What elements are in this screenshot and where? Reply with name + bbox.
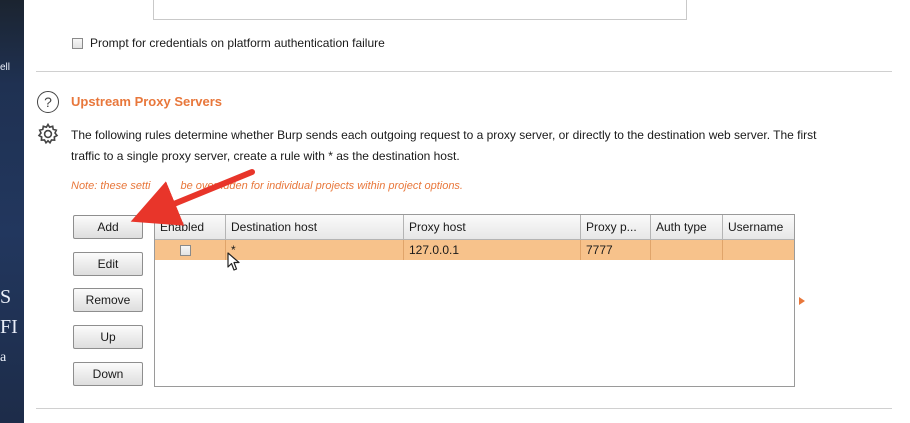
description-line-2: traffic to a single proxy server, create… <box>71 149 460 163</box>
help-circle-icon[interactable]: ? <box>37 91 59 113</box>
up-button[interactable]: Up <box>73 325 143 349</box>
column-header-proxy-host[interactable]: Proxy host <box>404 215 581 239</box>
left-strip-text-4: a <box>0 350 7 365</box>
description-line-1: The following rules determine whether Bu… <box>71 128 817 142</box>
section-title: Upstream Proxy Servers <box>71 94 223 109</box>
add-button[interactable]: Add <box>73 215 143 239</box>
table-header: Enabled Destination host Proxy host Prox… <box>155 215 794 240</box>
left-strip-text-3: FI <box>0 316 18 338</box>
gear-icon[interactable] <box>36 122 60 146</box>
column-header-username[interactable]: Username <box>723 215 794 239</box>
column-header-enabled[interactable]: Enabled <box>155 215 226 239</box>
column-header-auth-type[interactable]: Auth type <box>651 215 723 239</box>
note-part-1: Note: these setti <box>71 180 151 192</box>
left-strip-text-2: S <box>0 286 12 308</box>
left-window-strip: ell S FI a <box>0 0 24 423</box>
cell-enabled <box>155 240 226 260</box>
table-row[interactable]: * 127.0.0.1 7777 <box>155 240 794 260</box>
cell-auth-type <box>651 240 723 260</box>
column-header-proxy-port[interactable]: Proxy p... <box>581 215 651 239</box>
section-description: The following rules determine whether Bu… <box>71 125 910 167</box>
cell-proxy-host: 127.0.0.1 <box>404 240 581 260</box>
down-button[interactable]: Down <box>73 362 143 386</box>
remove-button[interactable]: Remove <box>73 288 143 312</box>
cell-username <box>723 240 794 260</box>
note-part-2: be overridden for individual projects wi… <box>180 180 464 192</box>
divider-bottom <box>36 408 892 409</box>
expand-arrow-icon[interactable] <box>799 297 805 305</box>
left-strip-text-1: ell <box>0 62 11 73</box>
prompt-credentials-label: Prompt for credentials on platform authe… <box>90 36 385 50</box>
prompt-credentials-checkbox[interactable] <box>72 38 83 50</box>
edit-button[interactable]: Edit <box>73 252 143 276</box>
divider-top <box>36 71 892 72</box>
section-note: Note: these setti be overridden for indiv… <box>71 180 463 192</box>
mouse-cursor-icon <box>227 252 240 271</box>
text-area-top[interactable] <box>153 0 687 20</box>
column-header-destination-host[interactable]: Destination host <box>226 215 404 239</box>
cell-destination-host: * <box>226 240 404 260</box>
prompt-credentials-row: Prompt for credentials on platform authe… <box>72 36 385 50</box>
row-enabled-checkbox[interactable] <box>180 245 191 257</box>
proxy-rules-table[interactable]: Enabled Destination host Proxy host Prox… <box>154 214 795 387</box>
cell-proxy-port: 7777 <box>581 240 651 260</box>
